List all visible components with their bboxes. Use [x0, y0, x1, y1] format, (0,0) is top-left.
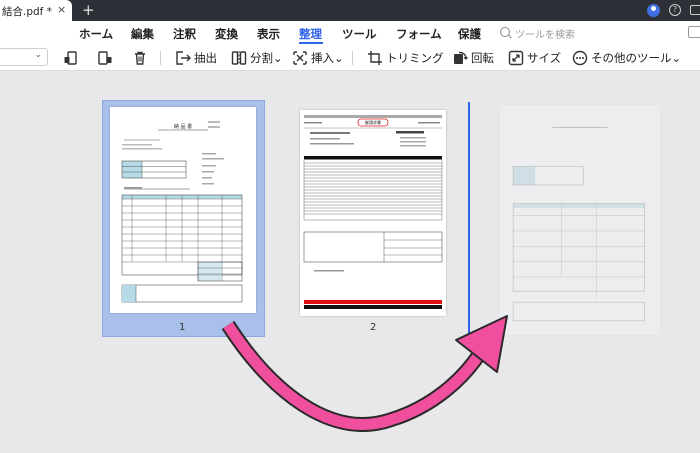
drag-direction-arrow — [221, 315, 508, 432]
